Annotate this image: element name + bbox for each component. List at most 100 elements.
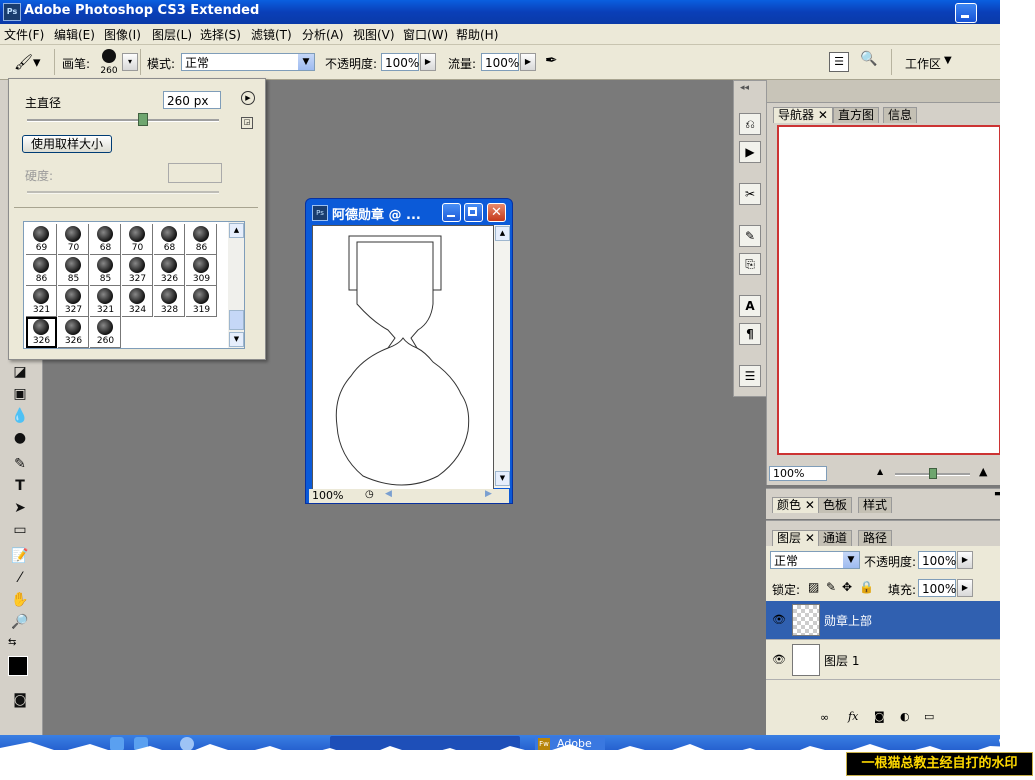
brush-preset-cell[interactable]: 85 xyxy=(58,255,89,286)
document-canvas[interactable] xyxy=(312,225,494,490)
tab-layers[interactable]: 图层 ✕ xyxy=(772,530,820,546)
lock-image-icon[interactable]: ✎ xyxy=(826,580,836,594)
opacity-slider-button[interactable]: ▶ xyxy=(420,53,436,71)
blend-mode-select[interactable]: 正常 ▼ xyxy=(770,551,860,569)
tab-styles[interactable]: 样式 xyxy=(858,497,893,513)
fill-slider-button[interactable]: ▶ xyxy=(957,579,973,597)
bridge-icon[interactable]: 🔍 xyxy=(860,51,886,71)
menu-filter[interactable]: 滤镜(T) xyxy=(251,26,292,43)
adjustment-layer-icon[interactable]: ◐ xyxy=(900,710,910,723)
dodge-tool-icon[interactable]: ● xyxy=(10,428,30,448)
zoom-tool-icon[interactable]: 🔎 xyxy=(10,612,30,632)
new-preset-icon[interactable]: ◲ xyxy=(241,117,253,129)
brush-preset-cell[interactable]: 68 xyxy=(154,224,185,255)
history-panel-icon[interactable]: ⎌ xyxy=(739,113,761,135)
doc-maximize-button[interactable] xyxy=(464,203,483,222)
minimize-button[interactable] xyxy=(955,3,977,23)
layer-opacity-slider-button[interactable]: ▶ xyxy=(957,551,973,569)
workspace-menu[interactable]: 工作区 xyxy=(905,55,941,72)
palette-well-icon[interactable]: ☰ xyxy=(829,52,849,72)
flow-field[interactable]: 100% xyxy=(481,53,519,71)
brush-preset-cell[interactable]: 86 xyxy=(26,255,57,286)
brush-preset-cell[interactable]: 69 xyxy=(26,224,57,255)
tab-channels[interactable]: 通道 xyxy=(818,530,853,546)
pen-tool-icon[interactable]: ✎ xyxy=(10,454,30,474)
layer-comps-icon[interactable]: ☰ xyxy=(739,365,761,387)
new-group-icon[interactable]: ▭ xyxy=(924,710,934,723)
visibility-eye-icon[interactable]: 👁 xyxy=(772,613,786,626)
menu-file[interactable]: 文件(F) xyxy=(4,26,44,43)
brush-preset-cell[interactable]: 326 xyxy=(26,317,57,348)
scroll-left-icon[interactable]: ◀ xyxy=(385,489,392,499)
tab-paths[interactable]: 路径 xyxy=(858,530,893,546)
document-zoom-level[interactable]: 100% xyxy=(312,489,343,502)
scroll-up-icon[interactable]: ▲ xyxy=(495,226,510,241)
tab-navigator[interactable]: 导航器 ✕ xyxy=(773,107,833,123)
menu-window[interactable]: 窗口(W) xyxy=(403,26,448,43)
gradient-tool-icon[interactable]: ▣ xyxy=(10,384,30,404)
menu-help[interactable]: 帮助(H) xyxy=(456,26,498,43)
lock-position-icon[interactable]: ✥ xyxy=(842,580,852,594)
panel-menu-icon[interactable]: ▶ xyxy=(241,91,255,105)
layer-style-icon[interactable]: fx xyxy=(848,710,858,723)
brush-preset-cell[interactable]: 324 xyxy=(122,286,153,317)
swap-colors-icon[interactable]: ⇆ xyxy=(8,637,16,648)
brush-preset-cell[interactable]: 86 xyxy=(186,224,217,255)
character-panel-icon[interactable]: A xyxy=(739,295,761,317)
opacity-field[interactable]: 100% xyxy=(381,53,419,71)
brush-preset-cell[interactable]: 327 xyxy=(58,286,89,317)
brush-tool-preset-icon[interactable]: 🖌▾ xyxy=(14,53,48,71)
brush-preset-cell[interactable]: 327 xyxy=(122,255,153,286)
quick-mask-icon[interactable]: ◙ xyxy=(10,690,30,710)
doc-minimize-button[interactable] xyxy=(442,203,461,222)
brush-preset-cell[interactable]: 70 xyxy=(58,224,89,255)
scroll-up-icon[interactable]: ▲ xyxy=(229,223,244,238)
status-menu-icon[interactable]: ◷ xyxy=(365,489,374,500)
document-window[interactable]: Ps 阿德勋章 @ ... ✕ ▲ ▼ 100% ◷ ◀ ▶ xyxy=(305,198,513,504)
navigator-preview[interactable] xyxy=(777,125,1000,455)
master-diameter-field[interactable]: 260 px xyxy=(163,91,221,109)
eyedropper-tool-icon[interactable]: ⁄ xyxy=(10,568,30,588)
fill-field[interactable]: 100% xyxy=(918,579,956,597)
zoom-out-icon[interactable]: ▲ xyxy=(877,467,883,476)
use-sample-size-button[interactable]: 使用取样大小 xyxy=(22,135,112,153)
airbrush-icon[interactable]: ✒ xyxy=(545,51,567,71)
menu-select[interactable]: 选择(S) xyxy=(200,26,241,43)
layer-row-medal-top[interactable]: 👁 勋章上部 xyxy=(766,601,1000,640)
scroll-thumb[interactable] xyxy=(229,310,244,330)
brush-preset-cell[interactable]: 321 xyxy=(90,286,121,317)
lock-transparent-icon[interactable]: ▨ xyxy=(808,580,819,594)
foreground-color-swatch[interactable] xyxy=(8,656,28,676)
menu-analysis[interactable]: 分析(A) xyxy=(302,26,344,43)
notes-tool-icon[interactable]: 📝 xyxy=(10,546,30,566)
layer-mask-icon[interactable]: ◙ xyxy=(874,710,885,723)
brushes-panel-icon[interactable]: ✎ xyxy=(739,225,761,247)
brush-preview-icon[interactable]: 260 xyxy=(99,49,119,77)
scroll-right-icon[interactable]: ▶ xyxy=(485,489,492,499)
eraser-tool-icon[interactable]: ◪ xyxy=(10,362,30,382)
menu-image[interactable]: 图像(I) xyxy=(104,26,141,43)
hand-tool-icon[interactable]: ✋ xyxy=(10,590,30,610)
tab-swatches[interactable]: 色板 xyxy=(818,497,853,513)
document-vertical-scrollbar[interactable]: ▲ ▼ xyxy=(494,225,510,488)
scroll-down-icon[interactable]: ▼ xyxy=(495,471,510,486)
brush-preset-cell[interactable]: 321 xyxy=(26,286,57,317)
zoom-in-icon[interactable]: ▲ xyxy=(979,465,987,478)
diameter-slider-knob[interactable] xyxy=(138,113,148,126)
clone-source-icon[interactable]: ⎘ xyxy=(739,253,761,275)
brush-list-scrollbar[interactable]: ▲ ▼ xyxy=(228,221,245,349)
shape-tool-icon[interactable]: ▭ xyxy=(10,520,30,540)
menu-view[interactable]: 视图(V) xyxy=(353,26,395,43)
doc-close-button[interactable]: ✕ xyxy=(487,203,506,222)
visibility-eye-icon[interactable]: 👁 xyxy=(772,653,786,666)
brush-preset-cell[interactable]: 68 xyxy=(90,224,121,255)
brush-preset-cell[interactable]: 326 xyxy=(154,255,185,286)
layer-row-layer-1[interactable]: 👁 图层 1 xyxy=(766,641,1000,680)
tab-info[interactable]: 信息 xyxy=(883,107,918,123)
menu-layer[interactable]: 图层(L) xyxy=(152,26,192,43)
brush-preset-cell[interactable]: 70 xyxy=(122,224,153,255)
brush-preset-cell[interactable]: 328 xyxy=(154,286,185,317)
tab-color[interactable]: 颜色 ✕ xyxy=(772,497,820,513)
chevron-down-icon[interactable]: ▼ xyxy=(944,55,952,66)
collapse-dock-icon[interactable]: ◂◂ xyxy=(740,83,749,93)
